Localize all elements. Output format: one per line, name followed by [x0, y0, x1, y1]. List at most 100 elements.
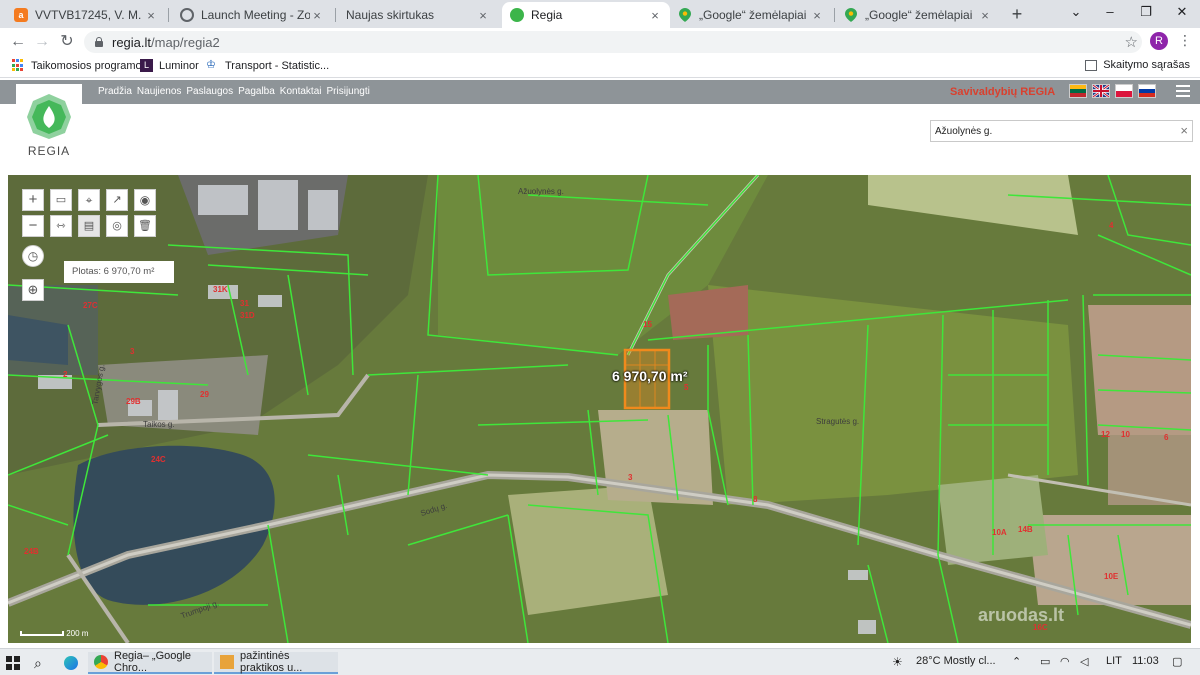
hamburger-menu-icon[interactable]	[1176, 85, 1190, 99]
tab-title: „Google“ žemėlapiai	[865, 8, 973, 22]
bookmark-star-icon[interactable]: ☆	[1125, 33, 1138, 51]
tab-new[interactable]: Naujas skirtukas ×	[338, 2, 498, 28]
nav-prisijungti[interactable]: Prisijungti	[327, 86, 370, 97]
parcel-label: 8	[753, 495, 758, 504]
nav-pagalba[interactable]: Pagalba	[238, 86, 275, 97]
tab-zoom[interactable]: Launch Meeting - Zoom ×	[172, 2, 332, 28]
parcel-label: 29	[200, 390, 209, 399]
address-bar[interactable]: regia.lt/map/regia2 ☆	[84, 31, 1142, 53]
reading-list-icon	[1085, 59, 1098, 71]
minimize-icon[interactable]: –	[1100, 4, 1120, 19]
tab-google-maps[interactable]: „Google“ žemėlapiai ×	[670, 2, 832, 28]
network-icon[interactable]: ⌃	[1012, 655, 1021, 668]
area-readout: Plotas: 6 970,70 m²	[64, 261, 174, 283]
globe-icon	[180, 8, 194, 22]
maps-pin-icon	[678, 8, 692, 22]
parcel-label: 10A	[992, 528, 1007, 537]
battery-icon[interactable]: ▭	[1040, 655, 1050, 668]
bookmark-label: Transport - Statistic...	[225, 59, 330, 72]
weather-text[interactable]: 28°C Mostly cl...	[916, 655, 996, 667]
crown-icon: ♔	[206, 59, 216, 71]
parcel-label: 29B	[126, 397, 141, 406]
flag-ru-icon[interactable]	[1138, 84, 1156, 98]
back-arrow-icon[interactable]: ←	[8, 32, 28, 52]
parcel-label: 2	[63, 370, 68, 379]
bookmark-transport[interactable]: ♔ Transport - Statistic...	[206, 59, 329, 72]
language-indicator[interactable]: LIT	[1106, 655, 1122, 667]
volume-icon[interactable]: ◁	[1080, 655, 1088, 668]
parcel-label: 10E	[1104, 572, 1119, 581]
trash-icon[interactable]: 🗑	[134, 215, 156, 237]
close-icon[interactable]: ×	[310, 8, 324, 23]
pin-icon[interactable]: ⌖	[78, 189, 100, 211]
share-icon[interactable]: ↗	[106, 189, 128, 211]
reading-list[interactable]: Skaitymo sąrašas	[1085, 59, 1190, 71]
taskbar-app-label: pažintinės praktikos u...	[240, 650, 303, 674]
url-host: regia.lt	[112, 34, 152, 50]
locate-me-icon[interactable]: ⊕	[22, 279, 44, 301]
close-icon[interactable]: ×	[476, 8, 490, 23]
tab-title: Regia	[531, 8, 563, 22]
measure-area-icon[interactable]: ▤	[78, 215, 100, 237]
flag-gb-icon[interactable]	[1092, 84, 1110, 98]
profile-avatar[interactable]: R	[1150, 32, 1168, 50]
close-icon[interactable]: ×	[978, 8, 992, 23]
tab-google-maps-2[interactable]: „Google“ žemėlapiai ×	[836, 2, 1000, 28]
tab-search-icon[interactable]: ⌄	[1066, 4, 1086, 20]
aerial-map[interactable]	[8, 175, 1191, 643]
parcel-label: 4	[1109, 221, 1114, 230]
nav-kontaktai[interactable]: Kontaktai	[280, 86, 322, 97]
measure-distance-icon[interactable]: ▭	[50, 189, 72, 211]
zoom-out-button[interactable]: −	[22, 215, 44, 237]
browser-menu-icon[interactable]: ⋮	[1178, 32, 1192, 49]
restore-icon[interactable]: ❐	[1136, 4, 1156, 20]
parcel-label: 24B	[24, 547, 39, 556]
os-taskbar: ⌕ Regia– „Google Chro... pažintinės prak…	[0, 648, 1200, 675]
address-search[interactable]: ×	[930, 120, 1193, 142]
nav-naujienos[interactable]: Naujienos	[137, 86, 181, 97]
edge-icon[interactable]	[64, 652, 78, 674]
new-tab-icon[interactable]: +	[1007, 4, 1027, 25]
flag-pl-icon[interactable]	[1115, 84, 1133, 98]
parcel-label: 10	[1121, 430, 1130, 439]
close-icon[interactable]: ×	[810, 8, 824, 23]
reload-icon[interactable]: ↻	[57, 32, 77, 52]
target-icon[interactable]: ◉	[134, 189, 156, 211]
taskbar-app-chrome[interactable]: Regia– „Google Chro...	[88, 650, 212, 674]
clock[interactable]: 11:03	[1132, 655, 1159, 667]
bookmark-apps[interactable]: Taikomosios programos	[12, 59, 147, 72]
tab-regia[interactable]: Regia ×	[502, 2, 670, 28]
measure-line-icon[interactable]: ⇿	[50, 215, 72, 237]
wifi-icon[interactable]: ◠	[1060, 655, 1070, 668]
nav-paslaugos[interactable]: Paslaugos	[186, 86, 233, 97]
window-close-icon[interactable]: ✕	[1172, 4, 1192, 20]
tab-title: Naujas skirtukas	[346, 8, 435, 22]
parcel-label: 31D	[240, 311, 255, 320]
browser-toolbar: ← → ↻ regia.lt/map/regia2 ☆ R ⋮	[0, 28, 1200, 56]
notifications-icon[interactable]: ▢	[1172, 655, 1182, 668]
taskbar-app-word[interactable]: pažintinės praktikos u...	[214, 650, 338, 674]
parcel-label: 31K	[213, 285, 228, 294]
weather-icon: ☀	[892, 655, 903, 669]
clear-icon[interactable]: ×	[1180, 123, 1188, 138]
history-clock-icon[interactable]: ◷	[22, 245, 44, 267]
nav-pradzia[interactable]: Pradžia	[98, 86, 132, 97]
measure-circle-icon[interactable]: ◎	[106, 215, 128, 237]
tab-aruodas[interactable]: a VVTVB17245, V. M. Janušau ×	[6, 2, 166, 28]
regia-logo[interactable]: REGIA	[16, 84, 82, 160]
apps-grid-icon	[12, 59, 25, 72]
forward-arrow-icon[interactable]: →	[32, 32, 52, 52]
scale-bar: 200 m	[20, 629, 88, 638]
search-icon[interactable]: ⌕	[34, 652, 42, 674]
close-icon[interactable]: ×	[648, 8, 662, 23]
windows-start-icon[interactable]	[6, 652, 20, 674]
tab-title: VVTVB17245, V. M. Janušau	[35, 8, 144, 22]
close-icon[interactable]: ×	[144, 8, 158, 23]
zoom-in-button[interactable]: +	[22, 189, 44, 211]
map-viewport[interactable]: Ažuolynės g. 27C 31K 31 31D 3 29B 29 24C…	[8, 175, 1191, 643]
parcel-label: 3	[130, 347, 135, 356]
parcel-label: 31	[240, 299, 249, 308]
bookmark-luminor[interactable]: L Luminor	[140, 59, 199, 72]
flag-lt-icon[interactable]	[1069, 84, 1087, 98]
address-search-input[interactable]	[931, 121, 1161, 141]
